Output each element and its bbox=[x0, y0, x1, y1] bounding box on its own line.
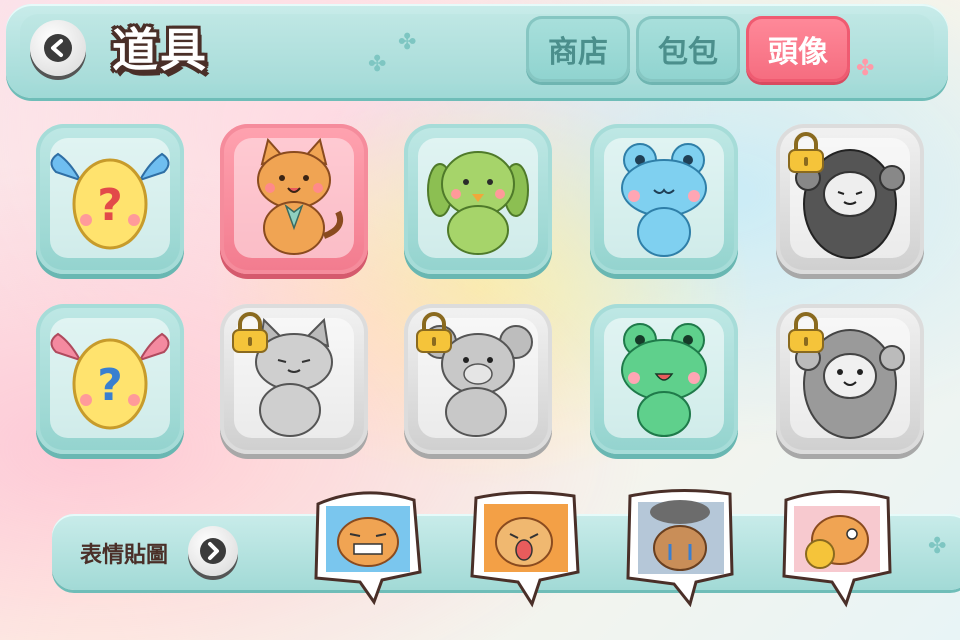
svg-text:?: ? bbox=[97, 360, 123, 411]
avatar-slot-mystery-egg-pink[interactable]: ? bbox=[36, 304, 184, 454]
lock-icon bbox=[416, 312, 452, 353]
emoticon-next-button[interactable] bbox=[188, 526, 238, 576]
green-frog-icon bbox=[621, 323, 707, 437]
avatar-slot-black-sheep[interactable] bbox=[776, 124, 924, 274]
avatar-slot-grey-cat[interactable] bbox=[220, 304, 368, 454]
cat-grin-sticker-icon bbox=[314, 491, 422, 606]
sticker-cat-money[interactable] bbox=[774, 484, 898, 608]
mystery-egg-blue-icon: ? bbox=[50, 152, 170, 250]
back-arrow-icon bbox=[44, 34, 72, 62]
lock-icon bbox=[788, 132, 824, 173]
lock-icon bbox=[788, 312, 824, 353]
avatar-slot-orange-cat[interactable] bbox=[220, 124, 368, 274]
avatar-slot-blue-frog[interactable] bbox=[590, 124, 738, 274]
tab-shop[interactable]: 商店 bbox=[526, 16, 630, 82]
clover-decoration-icon: ✤ bbox=[368, 52, 387, 77]
sticker-cat-rain-cry[interactable] bbox=[618, 484, 742, 608]
avatar-slot-green-dog[interactable] bbox=[404, 124, 552, 274]
mystery-egg-pink-icon: ? bbox=[50, 332, 170, 430]
avatar-slot-grey-sheep[interactable] bbox=[776, 304, 924, 454]
sticker-cat-grin[interactable] bbox=[304, 484, 428, 608]
tab-bag[interactable]: 包包 bbox=[636, 16, 740, 82]
cat-rain-cry-sticker-icon bbox=[626, 488, 734, 608]
page-title: 道具 bbox=[112, 23, 208, 77]
sticker-cat-shout[interactable] bbox=[462, 484, 586, 608]
clover-decoration-icon: ✤ bbox=[398, 30, 417, 55]
next-arrow-icon bbox=[200, 538, 226, 564]
avatar-slot-mystery-egg-blue[interactable]: ? bbox=[36, 124, 184, 274]
tab-avatar[interactable]: 頭像 bbox=[746, 16, 850, 82]
orange-cat-icon bbox=[257, 137, 344, 255]
blue-frog-icon bbox=[621, 143, 707, 257]
avatar-slot-green-frog[interactable] bbox=[590, 304, 738, 454]
clover-decoration-icon: ✤ bbox=[928, 534, 947, 559]
back-button[interactable] bbox=[30, 20, 86, 76]
green-dog-icon bbox=[427, 151, 529, 255]
cat-shout-sticker-icon bbox=[470, 490, 580, 608]
lock-icon bbox=[232, 312, 268, 353]
avatar-slot-grey-bear[interactable] bbox=[404, 304, 552, 454]
svg-text:?: ? bbox=[97, 180, 123, 231]
emoticon-label: 表情貼圖 bbox=[80, 543, 169, 568]
cat-money-sticker-icon bbox=[782, 489, 892, 608]
clover-decoration-icon: ✤ bbox=[856, 56, 875, 81]
